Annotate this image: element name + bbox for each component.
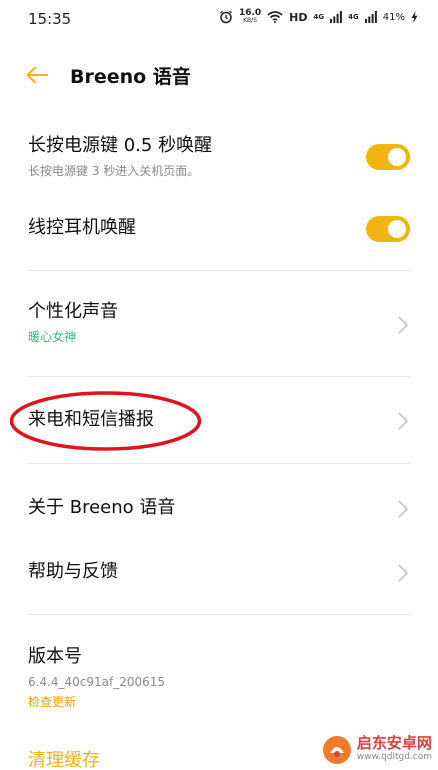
chevron-right-icon bbox=[398, 316, 409, 334]
network-label-1: 4G bbox=[313, 13, 325, 21]
clear-cache-button[interactable]: 清理缓存 bbox=[28, 746, 100, 770]
network-speed: 16.0 KB/S bbox=[239, 9, 261, 25]
watermark-url: www.qdltgd.com bbox=[356, 752, 432, 762]
setting-about-breeno[interactable]: 关于 Breeno 语音 bbox=[28, 496, 410, 524]
wired-headset-toggle[interactable] bbox=[366, 216, 410, 242]
status-icons: 16.0 KB/S HD 4G 4G 41% bbox=[219, 9, 418, 25]
network-label-2: 4G bbox=[348, 13, 359, 21]
setting-help-title: 帮助与反馈 bbox=[28, 561, 118, 582]
network-speed-unit: KB/S bbox=[243, 17, 257, 24]
signal-icon-1 bbox=[330, 11, 343, 23]
battery-level: 41% bbox=[382, 11, 405, 23]
setting-version-title: 版本号 bbox=[28, 646, 82, 667]
setting-power-key-subtitle: 长按电源键 3 秒进入关机页面。 bbox=[28, 164, 200, 178]
setting-personal-voice[interactable]: 个性化声音 暖心女神 bbox=[28, 300, 410, 350]
divider bbox=[28, 270, 410, 271]
network-speed-value: 16.0 bbox=[238, 8, 262, 18]
setting-power-key-wake[interactable]: 长按电源键 0.5 秒唤醒 长按电源键 3 秒进入关机页面。 bbox=[28, 134, 410, 184]
setting-wired-headset-wake[interactable]: 线控耳机唤醒 bbox=[28, 216, 410, 244]
setting-personal-voice-title: 个性化声音 bbox=[28, 301, 118, 322]
status-bar: 15:35 16.0 KB/S HD 4G 4G 41% bbox=[0, 0, 438, 36]
watermark-logo-icon bbox=[322, 736, 351, 764]
setting-version: 版本号 6.4.4_40c91af_200615 检查更新 bbox=[28, 645, 410, 717]
hd-label: HD bbox=[289, 10, 308, 24]
watermark-name: 启东安卓网 bbox=[356, 734, 432, 752]
charging-icon bbox=[411, 11, 418, 23]
divider bbox=[28, 463, 410, 464]
setting-call-sms-title: 来电和短信播报 bbox=[28, 409, 154, 430]
setting-power-key-title: 长按电源键 0.5 秒唤醒 bbox=[28, 135, 213, 156]
site-watermark: 启东安卓网 www.qdltgd.com bbox=[321, 734, 432, 766]
setting-call-sms-broadcast[interactable]: 来电和短信播报 bbox=[28, 408, 410, 436]
setting-version-value: 6.4.4_40c91af_200615 bbox=[28, 675, 166, 689]
alarm-icon bbox=[220, 10, 232, 24]
power-key-toggle[interactable] bbox=[366, 144, 410, 170]
status-time: 15:35 bbox=[28, 10, 72, 28]
chevron-right-icon bbox=[398, 412, 409, 430]
setting-wired-headset-title: 线控耳机唤醒 bbox=[28, 217, 136, 238]
page-header: Breeno 语音 bbox=[0, 55, 438, 95]
check-update-link[interactable]: 检查更新 bbox=[28, 694, 410, 710]
setting-personal-voice-value: 暖心女神 bbox=[28, 330, 77, 344]
divider bbox=[28, 614, 410, 615]
page-title: Breeno 语音 bbox=[70, 66, 191, 88]
toggle-knob bbox=[388, 220, 406, 238]
signal-icon-2 bbox=[364, 11, 377, 23]
back-arrow-icon[interactable] bbox=[24, 62, 50, 88]
setting-help-feedback[interactable]: 帮助与反馈 bbox=[28, 560, 410, 588]
setting-about-title: 关于 Breeno 语音 bbox=[28, 497, 176, 518]
toggle-knob bbox=[388, 148, 406, 166]
divider bbox=[28, 376, 410, 377]
wifi-icon bbox=[267, 11, 283, 23]
chevron-right-icon bbox=[398, 500, 409, 518]
chevron-right-icon bbox=[398, 564, 409, 582]
watermark-text: 启东安卓网 www.qdltgd.com bbox=[357, 736, 432, 764]
